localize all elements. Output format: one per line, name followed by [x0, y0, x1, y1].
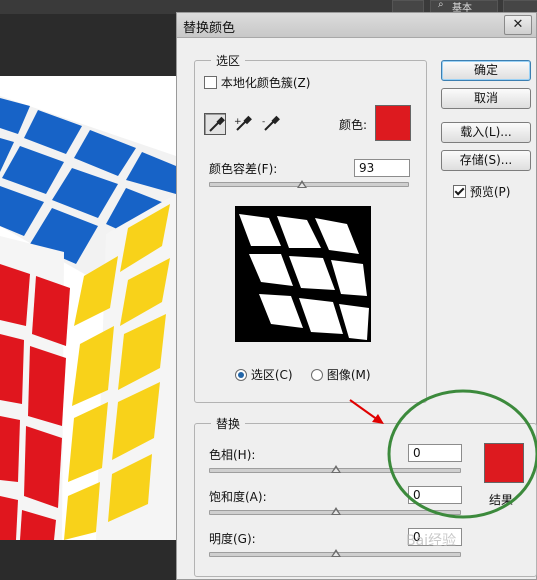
result-label: 结果	[489, 493, 514, 507]
localized-clusters-checkbox[interactable]: 本地化颜色簇(Z)	[204, 74, 310, 91]
hue-slider-thumb[interactable]	[331, 465, 341, 473]
fuzziness-slider-thumb[interactable]	[297, 180, 308, 188]
eyedropper-tool[interactable]	[204, 113, 226, 135]
selection-legend: 选区	[211, 52, 246, 69]
svg-text:-: -	[262, 117, 265, 127]
selection-color-swatch[interactable]	[375, 105, 411, 141]
eyedropper-subtract-icon: -	[262, 115, 280, 131]
svg-text:+: +	[234, 117, 242, 127]
close-button[interactable]: ✕	[504, 15, 532, 35]
hue-input[interactable]: 0	[408, 444, 462, 462]
replace-legend: 替换	[211, 415, 246, 432]
canvas-margin	[0, 540, 176, 580]
preview-label: 预览(P)	[469, 185, 511, 199]
result-color-swatch[interactable]	[484, 443, 524, 483]
dialog-title: 替换颜色	[183, 21, 236, 36]
fuzziness-slider[interactable]	[209, 182, 409, 187]
preview-checkbox[interactable]: 预览(P)	[453, 183, 510, 200]
dialog-titlebar[interactable]: 替换颜色 ✕	[177, 13, 536, 38]
close-icon: ✕	[512, 17, 524, 32]
eyedropper-add-icon: +	[234, 115, 252, 131]
radio-selection-button[interactable]	[235, 369, 247, 381]
selection-preview	[235, 206, 371, 342]
watermark: Bai经验	[406, 533, 457, 549]
cancel-button[interactable]: 取消	[441, 88, 531, 109]
lightness-slider-thumb[interactable]	[331, 549, 341, 557]
fuzziness-label: 颜色容差(F):	[209, 162, 278, 176]
radio-selection-option[interactable]: 选区(C)	[235, 366, 293, 383]
ok-button[interactable]: 确定	[441, 60, 531, 81]
save-button[interactable]: 存储(S)...	[441, 150, 531, 171]
document-canvas	[0, 76, 176, 540]
radio-image-label: 图像(M)	[326, 368, 371, 382]
eyedropper-add-tool[interactable]: +	[232, 113, 254, 135]
replace-color-dialog: 替换颜色 ✕ 选区 本地化颜色簇(Z) + - 颜色: 颜色容差(F): 93	[176, 12, 537, 580]
lightness-label: 明度(G):	[209, 532, 256, 546]
eyedropper-icon	[209, 116, 225, 132]
color-label: 颜色:	[339, 118, 368, 132]
localized-clusters-label: 本地化颜色簇(Z)	[220, 76, 311, 90]
radio-image-option[interactable]: 图像(M)	[311, 366, 371, 383]
eyedropper-subtract-tool[interactable]: -	[260, 113, 282, 135]
preview-check-box[interactable]	[453, 185, 466, 198]
saturation-slider-thumb[interactable]	[331, 507, 341, 515]
radio-selection-label: 选区(C)	[250, 368, 293, 382]
saturation-input[interactable]: 0	[408, 486, 462, 504]
saturation-label: 饱和度(A):	[209, 490, 267, 504]
localized-clusters-box[interactable]	[204, 76, 217, 89]
selection-mask-image	[239, 214, 369, 340]
fuzziness-input[interactable]: 93	[354, 159, 410, 177]
search-icon: ⌕	[438, 0, 444, 10]
load-button[interactable]: 载入(L)...	[441, 122, 531, 143]
rubiks-cube-photo	[0, 96, 176, 540]
hue-label: 色相(H):	[209, 448, 256, 462]
radio-image-button[interactable]	[311, 369, 323, 381]
